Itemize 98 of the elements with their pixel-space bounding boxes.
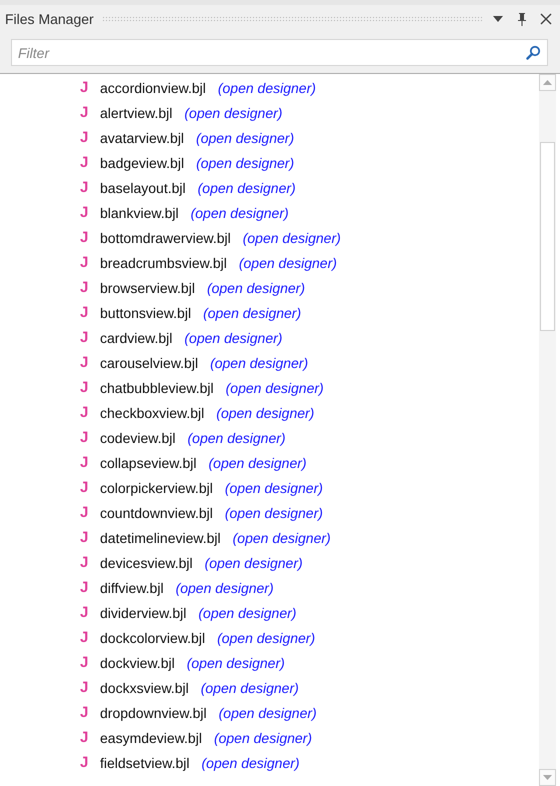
file-name[interactable]: dockview.bjl: [100, 654, 175, 670]
open-designer-link[interactable]: (open designer): [200, 680, 299, 696]
scroll-down-button[interactable]: [539, 769, 556, 786]
file-type-icon: J: [80, 629, 100, 646]
file-name[interactable]: datetimelineview.bjl: [100, 530, 221, 546]
scroll-thumb[interactable]: [540, 142, 555, 331]
file-type-icon: J: [80, 304, 100, 321]
file-name[interactable]: blankview.bjl: [100, 204, 179, 220]
file-name[interactable]: cardview.bjl: [100, 330, 172, 346]
file-name[interactable]: devicesview.bjl: [100, 554, 193, 570]
file-type-icon: J: [80, 604, 100, 621]
file-type-icon: J: [80, 79, 100, 96]
open-designer-link[interactable]: (open designer): [232, 530, 331, 546]
open-designer-link[interactable]: (open designer): [218, 704, 317, 720]
open-designer-link[interactable]: (open designer): [216, 404, 314, 420]
open-designer-link[interactable]: (open designer): [238, 254, 337, 270]
file-name[interactable]: fieldsetview.bjl: [100, 754, 190, 770]
file-name[interactable]: colorpickerview.bjl: [100, 480, 213, 496]
file-type-icon: J: [80, 279, 100, 296]
open-designer-link[interactable]: (open designer): [198, 180, 296, 196]
open-designer-link[interactable]: (open designer): [198, 604, 296, 620]
file-name[interactable]: easymdeview.bjl: [100, 730, 202, 746]
drag-grip[interactable]: [102, 16, 482, 22]
file-name[interactable]: chatbubbleview.bjl: [100, 380, 214, 396]
open-designer-link[interactable]: (open designer): [210, 354, 308, 370]
file-name[interactable]: dropdownview.bjl: [100, 704, 207, 720]
file-name[interactable]: dockcolorview.bjl: [100, 630, 206, 646]
close-button[interactable]: [538, 11, 554, 27]
open-designer-link[interactable]: (open designer): [206, 280, 305, 296]
open-designer-link[interactable]: (open designer): [218, 80, 316, 96]
file-type-icon: J: [80, 404, 100, 421]
file-name[interactable]: countdownview.bjl: [100, 504, 213, 520]
file-type-icon: J: [80, 729, 100, 746]
panel-title: Files Manager: [5, 11, 94, 27]
close-icon: [540, 13, 552, 25]
open-designer-link[interactable]: (open designer): [188, 430, 286, 446]
file-name[interactable]: checkboxview.bjl: [100, 404, 204, 420]
file-type-icon: J: [80, 179, 100, 196]
open-designer-link[interactable]: (open designer): [196, 154, 294, 170]
open-designer-link[interactable]: (open designer): [204, 554, 303, 570]
open-designer-link[interactable]: (open designer): [203, 304, 302, 320]
file-type-icon: J: [80, 454, 100, 471]
open-designer-link[interactable]: (open designer): [190, 204, 289, 220]
file-name[interactable]: codeview.bjl: [100, 430, 176, 446]
file-name[interactable]: diffview.bjl: [100, 580, 164, 596]
file-type-icon: J: [80, 254, 100, 271]
file-type-icon: J: [80, 754, 100, 771]
file-type-icon: J: [80, 154, 100, 171]
open-designer-link[interactable]: (open designer): [184, 330, 282, 346]
file-name[interactable]: accordionview.bjl: [100, 80, 206, 96]
open-designer-link[interactable]: (open designer): [184, 104, 282, 120]
open-designer-link[interactable]: (open designer): [217, 630, 316, 646]
file-type-icon: J: [80, 579, 100, 596]
file-type-icon: J: [80, 429, 100, 446]
file-name[interactable]: buttonsview.bjl: [100, 304, 192, 320]
open-designer-link[interactable]: (open designer): [226, 380, 324, 396]
open-designer-link[interactable]: (open designer): [196, 130, 294, 146]
open-designer-link[interactable]: (open designer): [202, 754, 300, 770]
file-name[interactable]: alertview.bjl: [100, 104, 172, 120]
caret-icon: [493, 16, 503, 22]
file-type-icon: J: [80, 504, 100, 521]
open-designer-link[interactable]: (open designer): [224, 480, 323, 496]
file-name[interactable]: badgeview.bjl: [100, 154, 184, 170]
file-type-icon: J: [80, 379, 100, 396]
open-designer-link[interactable]: (open designer): [242, 230, 341, 246]
file-type-icon: J: [80, 529, 100, 546]
file-name[interactable]: avatarview.bjl: [100, 130, 184, 146]
file-type-icon: J: [80, 679, 100, 696]
file-name[interactable]: browserview.bjl: [100, 280, 195, 296]
open-designer-link[interactable]: (open designer): [176, 580, 274, 596]
file-name[interactable]: dividerview.bjl: [100, 604, 186, 620]
up-arrow-icon: [543, 80, 552, 85]
file-name[interactable]: collapseview.bjl: [100, 454, 196, 470]
file-name[interactable]: dockxsview.bjl: [100, 680, 189, 696]
file-type-icon: J: [80, 479, 100, 496]
filter-field[interactable]: Filter: [11, 39, 548, 66]
file-name[interactable]: carouselview.bjl: [100, 354, 198, 370]
down-arrow-icon: [543, 775, 552, 780]
search-icon[interactable]: [526, 45, 541, 60]
file-type-icon: J: [80, 229, 100, 246]
file-type-icon: J: [80, 554, 100, 571]
file-type-icon: J: [80, 204, 100, 221]
file-type-icon: J: [80, 654, 100, 671]
scrollbar[interactable]: [539, 74, 556, 786]
file-type-icon: J: [80, 104, 100, 121]
open-designer-link[interactable]: (open designer): [186, 654, 285, 670]
open-designer-link[interactable]: (open designer): [224, 504, 323, 520]
scroll-up-button[interactable]: [539, 74, 556, 91]
file-name[interactable]: breadcrumbsview.bjl: [100, 254, 227, 270]
open-designer-link[interactable]: (open designer): [208, 454, 307, 470]
open-designer-link[interactable]: (open designer): [214, 730, 312, 746]
file-name[interactable]: baselayout.bjl: [100, 180, 186, 196]
file-type-icon: J: [80, 704, 100, 721]
file-type-icon: J: [80, 129, 100, 146]
file-type-icon: J: [80, 329, 100, 346]
file-type-icon: J: [80, 354, 100, 371]
file-name[interactable]: bottomdrawerview.bjl: [100, 230, 231, 246]
pin-icon: [517, 12, 527, 26]
